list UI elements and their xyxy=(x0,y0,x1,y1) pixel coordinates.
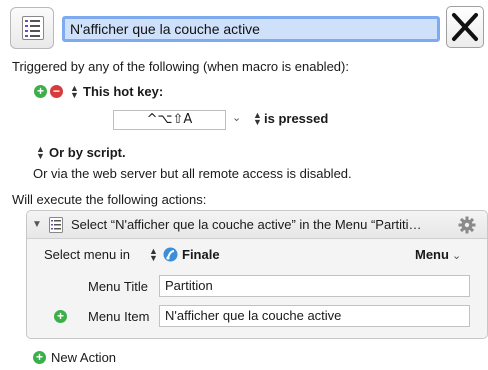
menu-item-label: Menu Item xyxy=(88,309,150,324)
minus-circle-icon[interactable]: − xyxy=(50,85,63,98)
finale-app-icon xyxy=(163,247,178,262)
plus-circle-icon[interactable]: + xyxy=(54,310,67,323)
chevron-down-icon: ⌄ xyxy=(448,250,462,262)
triggers-intro: Triggered by any of the following (when … xyxy=(12,59,349,74)
menu-title-field[interactable]: Partition xyxy=(159,275,470,297)
action-panel: ▼ Select “N'afficher que la couche activ… xyxy=(26,210,488,339)
macro-name-field[interactable]: N'afficher que la couche active xyxy=(62,16,440,42)
menu-dropdown[interactable]: Menu ⌄ xyxy=(415,247,461,262)
x-icon xyxy=(452,13,478,41)
list-document-icon xyxy=(49,217,63,233)
web-server-note: Or via the web server but all remote acc… xyxy=(33,166,352,181)
action-title: Select “N'afficher que la couche active”… xyxy=(71,217,422,232)
script-trigger-label: Or by script. xyxy=(49,145,126,160)
action-header[interactable]: ▼ Select “N'afficher que la couche activ… xyxy=(27,211,487,239)
hotkey-field[interactable]: ^⌥⇧A xyxy=(113,110,226,130)
actions-intro: Will execute the following actions: xyxy=(12,192,207,207)
trigger-type-stepper[interactable]: ▲ ▼ xyxy=(70,84,79,100)
list-document-icon xyxy=(22,16,44,40)
new-action-label: New Action xyxy=(51,350,117,365)
hotkey-condition[interactable]: is pressed xyxy=(264,111,328,126)
target-app-stepper[interactable]: ▲ ▼ xyxy=(149,247,158,263)
hotkey-trigger-label: This hot key: xyxy=(83,84,164,99)
menu-dropdown-label: Menu xyxy=(415,247,449,262)
select-menu-label: Select menu in xyxy=(44,247,130,262)
script-trigger-stepper[interactable]: ▲ ▼ xyxy=(36,145,45,161)
menu-title-label: Menu Title xyxy=(88,279,148,294)
plus-circle-icon: + xyxy=(33,351,46,364)
new-action-button[interactable]: + New Action xyxy=(33,350,123,366)
macro-icon[interactable] xyxy=(10,7,54,49)
plus-circle-icon[interactable]: + xyxy=(34,85,47,98)
gear-icon[interactable] xyxy=(458,216,476,234)
chevron-down-icon[interactable]: ⌄ xyxy=(232,111,241,124)
disclosure-triangle-icon[interactable]: ▼ xyxy=(32,219,42,230)
target-app-name[interactable]: Finale xyxy=(182,247,220,262)
key-condition-stepper[interactable]: ▲ ▼ xyxy=(253,111,262,127)
disable-macro-button[interactable] xyxy=(446,6,484,48)
menu-item-field[interactable]: N'afficher que la couche active xyxy=(159,305,470,327)
